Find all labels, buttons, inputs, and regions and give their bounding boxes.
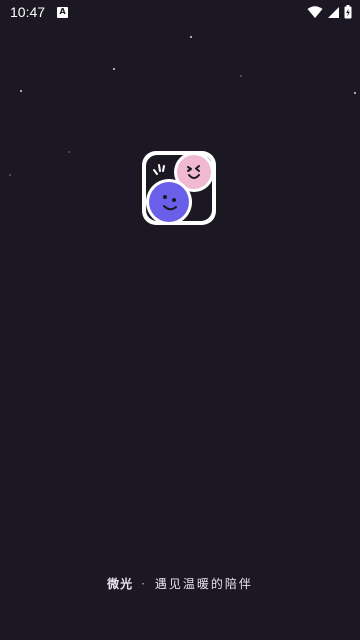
star [113,68,115,70]
star [9,174,11,176]
brand-name: 微光 [107,577,134,591]
app-logo [141,150,217,226]
star [240,75,242,77]
star [20,90,22,92]
tagline-text: 遇见温暖的陪伴 [154,577,253,591]
splash-tagline: 微光 · 遇见温暖的陪伴 [0,575,360,592]
status-bar: 10:47 A [0,0,360,24]
notification-a-icon: A [57,6,69,18]
status-time: 10:47 [10,4,46,20]
cellular-signal-icon [328,6,339,18]
status-right [307,5,352,19]
separator-dot: · [141,577,147,591]
star [68,151,70,153]
star [190,36,192,38]
two-smiling-faces-logo-icon [142,151,216,225]
star [354,92,356,94]
battery-charging-icon [344,5,352,19]
wifi-icon [307,5,323,18]
status-left: 10:47 A [10,4,69,20]
